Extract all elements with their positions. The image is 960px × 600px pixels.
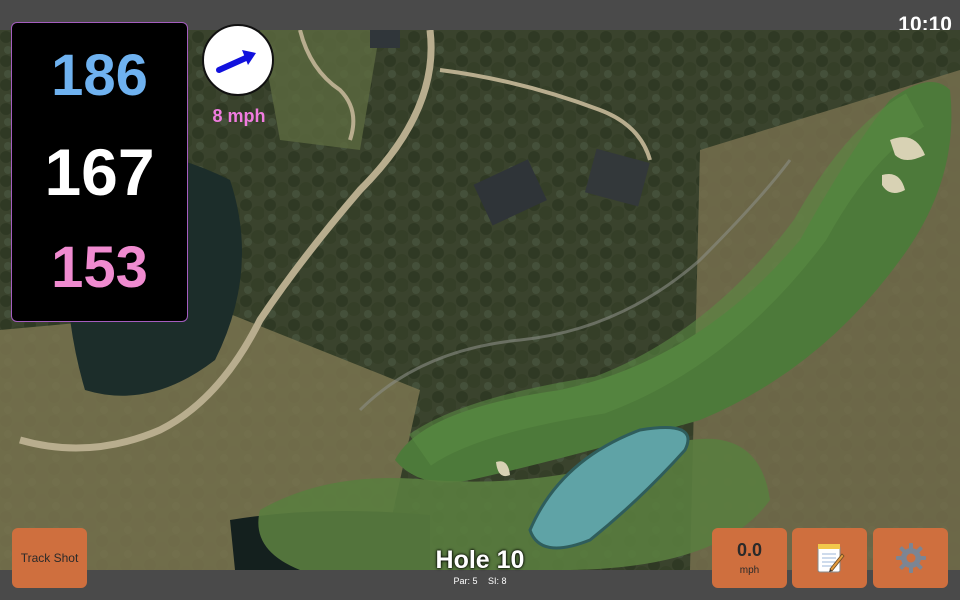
- gear-icon: [895, 543, 926, 573]
- distance-center: 167: [44, 135, 155, 209]
- hole-stroke-index: SI: 8: [488, 576, 507, 586]
- distance-front: 153: [51, 235, 148, 300]
- hole-info: Par: 5 SI: 8: [380, 577, 580, 586]
- distance-back: 186: [51, 43, 148, 108]
- hole-par: Par: 5: [453, 576, 478, 586]
- speed-unit: mph: [739, 564, 760, 576]
- distance-panel: 186 167 153: [11, 22, 188, 322]
- track-shot-button[interactable]: Track Shot: [12, 528, 87, 588]
- settings-button[interactable]: [873, 528, 948, 588]
- notes-button[interactable]: [792, 528, 867, 588]
- wind-speed-label: 8 mph: [212, 106, 266, 126]
- speed-button[interactable]: 0.0 mph: [712, 528, 787, 588]
- wind-indicator: [202, 24, 274, 96]
- track-shot-label: Track Shot: [20, 551, 79, 565]
- hole-title: Hole 10: [435, 546, 525, 574]
- speed-value: 0.0: [736, 539, 763, 560]
- notepad-icon: [817, 544, 845, 573]
- wind-arrow-icon: [216, 50, 256, 73]
